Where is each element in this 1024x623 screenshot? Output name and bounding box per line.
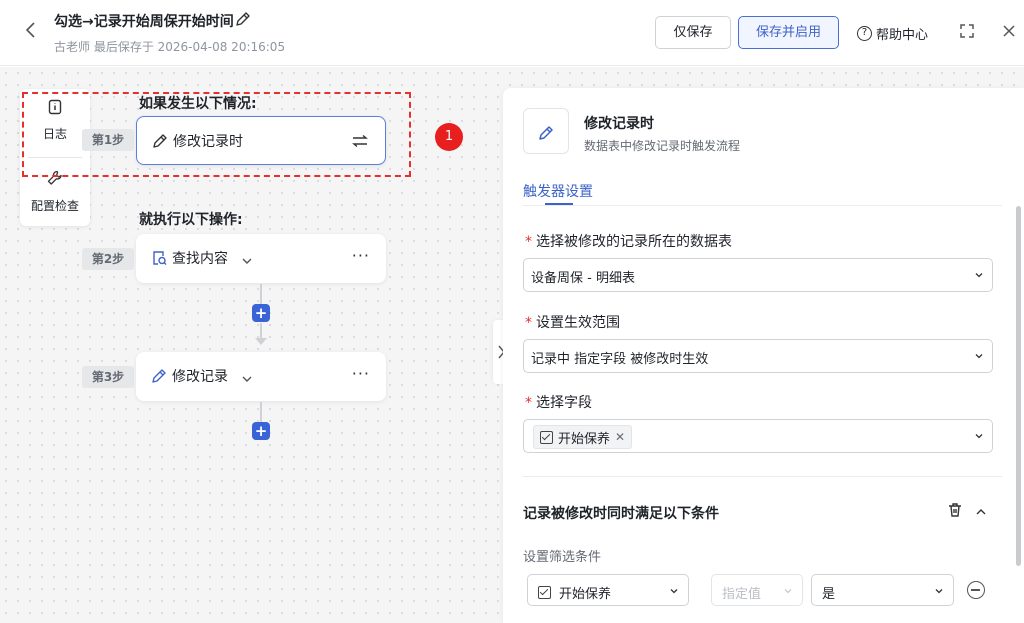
modify-record-node[interactable]: 修改记录 ··· xyxy=(136,352,386,401)
select-value: 指定值 xyxy=(722,587,762,602)
select-value: 是 xyxy=(822,587,836,602)
help-icon: ? xyxy=(857,25,872,41)
chevron-down-icon xyxy=(784,589,792,594)
find-content-node[interactable]: 查找内容 ··· xyxy=(136,234,386,283)
delete-icon[interactable] xyxy=(946,501,964,519)
step-tag: 第2步 xyxy=(82,248,134,270)
chevron-down-icon xyxy=(935,589,943,594)
tag-label: 开始保养 xyxy=(558,431,611,447)
scope-select[interactable]: 记录中 指定字段 被修改时生效 xyxy=(523,339,993,373)
datatable-select[interactable]: 设备周保 - 明细表 xyxy=(523,258,993,292)
fullscreen-icon[interactable] xyxy=(958,22,978,42)
panel-description: 数据表中修改记录时触发流程 xyxy=(584,139,741,153)
config-panel: 修改记录时 数据表中修改记录时触发流程 触发器设置 * 选择被修改的记录所在的数据… xyxy=(503,88,1024,623)
select-value: 设备周保 - 明细表 xyxy=(531,271,635,286)
save-button[interactable]: 仅保存 xyxy=(655,16,731,49)
help-center-label: 帮助中心 xyxy=(876,27,929,43)
field-label: * 设置生效范围 xyxy=(525,315,620,331)
header: 勾选→记录开始周保开始时间 古老师 最后保存于 2026-04-08 20:16… xyxy=(0,0,1024,66)
divider xyxy=(523,205,1002,206)
close-icon[interactable] xyxy=(1000,22,1020,42)
more-icon[interactable]: ··· xyxy=(352,246,370,265)
step-tag: 第3步 xyxy=(82,366,134,388)
remove-tag-icon[interactable]: ✕ xyxy=(615,430,625,444)
chevron-down-icon[interactable] xyxy=(241,252,253,264)
connector-line xyxy=(260,284,262,304)
help-center-link[interactable]: ? 帮助中心 xyxy=(857,24,929,43)
filter-field-select[interactable]: 开始保养 xyxy=(527,574,689,606)
pencil-icon xyxy=(150,367,168,385)
selected-field-tag: 开始保养 ✕ xyxy=(533,425,633,449)
filter-label: 设置筛选条件 xyxy=(523,550,602,565)
arrow-down-icon xyxy=(255,338,267,345)
chevron-down-icon xyxy=(975,434,983,439)
filter-operator-select: 指定值 xyxy=(711,574,803,606)
search-doc-icon xyxy=(150,249,168,267)
trigger-type-icon-box xyxy=(523,108,569,154)
select-value: 记录中 指定字段 被修改时生效 xyxy=(531,352,709,367)
chevron-down-icon xyxy=(975,354,983,359)
remove-condition-icon[interactable] xyxy=(967,581,985,599)
chevron-up-icon[interactable] xyxy=(974,504,988,518)
annotation-badge: 1 xyxy=(435,123,463,151)
condition-section-title: 记录被修改时同时满足以下条件 xyxy=(523,506,719,522)
config-check-label: 配置检查 xyxy=(30,199,79,213)
pencil-icon xyxy=(539,126,553,140)
field-label: * 选择字段 xyxy=(525,395,592,411)
last-saved-info: 古老师 最后保存于 2026-04-08 20:16:05 xyxy=(54,40,286,54)
divider xyxy=(523,476,1002,477)
page-title: 勾选→记录开始周保开始时间 xyxy=(54,14,234,30)
save-and-enable-button[interactable]: 保存并启用 xyxy=(738,16,839,49)
scrollbar[interactable] xyxy=(1016,206,1021,566)
connector-line xyxy=(260,323,262,338)
highlight-box xyxy=(22,92,411,177)
connector-line xyxy=(260,402,262,422)
panel-title: 修改记录时 xyxy=(584,116,654,132)
back-icon[interactable] xyxy=(24,20,44,44)
add-step-button[interactable]: + xyxy=(252,304,270,322)
checkbox-field-icon xyxy=(538,586,551,599)
node-name: 查找内容 xyxy=(172,251,228,267)
field-multi-select[interactable]: 开始保养 ✕ xyxy=(523,419,993,453)
more-icon[interactable]: ··· xyxy=(352,364,370,383)
add-step-button[interactable]: + xyxy=(252,422,270,440)
checkbox-field-icon xyxy=(540,430,553,444)
edit-title-icon[interactable] xyxy=(234,10,254,30)
action-heading: 就执行以下操作: xyxy=(139,212,243,228)
chevron-down-icon xyxy=(975,273,983,278)
tab-trigger-settings[interactable]: 触发器设置 xyxy=(523,181,593,201)
select-value: 开始保养 xyxy=(559,587,612,602)
chevron-down-icon xyxy=(670,589,678,594)
chevron-down-icon[interactable] xyxy=(241,370,253,382)
filter-value-select[interactable]: 是 xyxy=(811,574,954,606)
node-name: 修改记录 xyxy=(172,369,228,385)
field-label: * 选择被修改的记录所在的数据表 xyxy=(525,234,732,250)
